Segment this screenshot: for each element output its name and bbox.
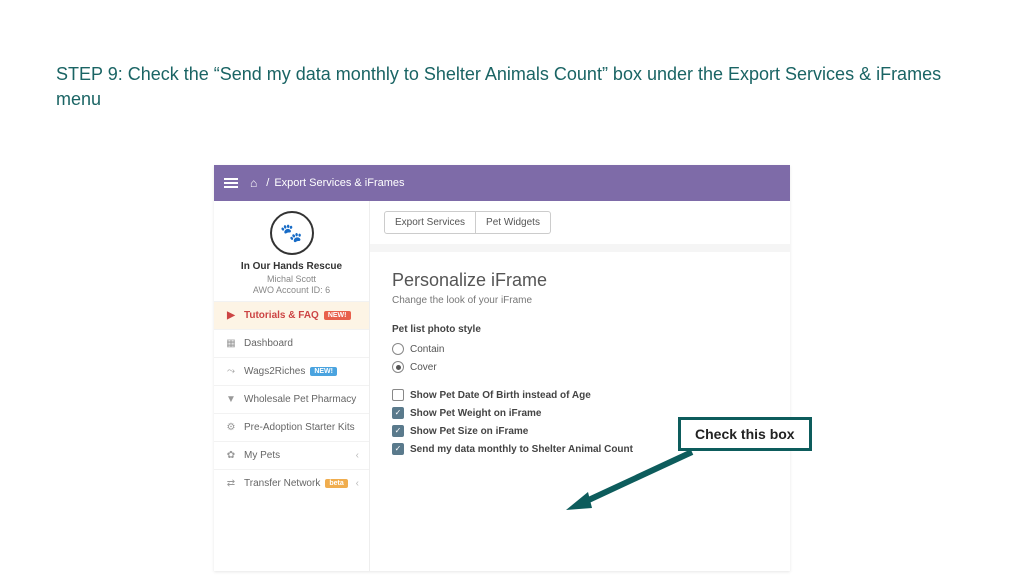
nav-icon: ⇄: [224, 478, 238, 489]
step-instruction: STEP 9: Check the “Send my data monthly …: [56, 62, 956, 112]
checkbox-label: Send my data monthly to Shelter Animal C…: [410, 444, 633, 455]
nav-icon: ▦: [224, 338, 238, 349]
checkbox-label: Show Pet Weight on iFrame: [410, 408, 542, 419]
org-logo: 🐾: [270, 211, 314, 255]
org-block: 🐾 In Our Hands Rescue Michal Scott AWO A…: [214, 201, 369, 301]
checkbox-icon: ✓: [392, 407, 404, 419]
nav-label: Wags2Riches: [244, 366, 305, 377]
chevron-icon: ‹: [356, 478, 359, 489]
radio-option[interactable]: Contain: [392, 343, 768, 355]
section-label: Pet list photo style: [392, 324, 768, 335]
settings-panel: Personalize iFrame Change the look of yo…: [370, 252, 790, 571]
checkbox-label: Show Pet Date Of Birth instead of Age: [410, 390, 591, 401]
nav-badge: beta: [325, 479, 347, 488]
account-id: AWO Account ID: 6: [219, 285, 364, 295]
panel-title: Personalize iFrame: [392, 270, 768, 291]
nav-icon: ⚙: [224, 422, 238, 433]
radio-icon: [392, 343, 404, 355]
breadcrumb-separator: /: [266, 177, 269, 189]
nav-label: Wholesale Pet Pharmacy: [244, 394, 356, 405]
checkbox-icon: ✓: [392, 425, 404, 437]
radio-option[interactable]: Cover: [392, 361, 768, 373]
nav-icon: ⤳: [224, 366, 238, 377]
nav-icon: ✿: [224, 450, 238, 461]
sidebar-item[interactable]: ▶ Tutorials & FAQ NEW!: [214, 301, 369, 329]
nav-icon: ▶: [224, 310, 238, 321]
callout-box: Check this box: [678, 417, 812, 451]
radio-label: Contain: [410, 344, 444, 355]
sidebar-item[interactable]: ⚙ Pre-Adoption Starter Kits: [214, 413, 369, 441]
nav-label: Tutorials & FAQ: [244, 310, 319, 321]
org-name: In Our Hands Rescue: [219, 261, 364, 272]
chevron-icon: ‹: [356, 450, 359, 461]
radio-icon: [392, 361, 404, 373]
checkbox-icon: [392, 389, 404, 401]
radio-label: Cover: [410, 362, 437, 373]
tab-row: Export ServicesPet Widgets: [370, 201, 790, 244]
nav-badge: NEW!: [310, 367, 337, 376]
top-bar: ⌂ / Export Services & iFrames: [214, 165, 790, 201]
user-name: Michal Scott: [219, 274, 364, 284]
sidebar-item[interactable]: ⇄ Transfer Network beta ‹: [214, 469, 369, 497]
checkbox-icon: ✓: [392, 443, 404, 455]
sidebar: 🐾 In Our Hands Rescue Michal Scott AWO A…: [214, 201, 370, 571]
main-content: Export ServicesPet Widgets Personalize i…: [370, 201, 790, 571]
checkbox-option[interactable]: Show Pet Date Of Birth instead of Age: [392, 389, 768, 401]
tab[interactable]: Export Services: [384, 211, 476, 234]
checkbox-label: Show Pet Size on iFrame: [410, 426, 528, 437]
nav-icon: ▼: [224, 394, 238, 405]
nav-badge: NEW!: [324, 311, 351, 320]
home-icon[interactable]: ⌂: [250, 176, 257, 190]
nav-label: Dashboard: [244, 338, 293, 349]
tab[interactable]: Pet Widgets: [476, 211, 551, 234]
panel-subtitle: Change the look of your iFrame: [392, 295, 768, 306]
sidebar-item[interactable]: ▦ Dashboard: [214, 329, 369, 357]
breadcrumb-current: Export Services & iFrames: [274, 177, 404, 189]
sidebar-item[interactable]: ✿ My Pets ‹: [214, 441, 369, 469]
app-screenshot: ⌂ / Export Services & iFrames 🐾 In Our H…: [214, 165, 790, 571]
menu-icon[interactable]: [224, 176, 238, 190]
sidebar-item[interactable]: ▼ Wholesale Pet Pharmacy: [214, 385, 369, 413]
nav-label: Pre-Adoption Starter Kits: [244, 422, 355, 433]
nav-label: My Pets: [244, 450, 280, 461]
sidebar-item[interactable]: ⤳ Wags2Riches NEW!: [214, 357, 369, 385]
nav-label: Transfer Network: [244, 478, 320, 489]
